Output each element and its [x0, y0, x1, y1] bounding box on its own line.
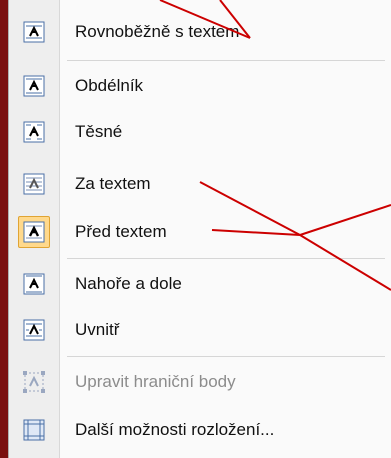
wrap-square-icon: [9, 21, 59, 43]
wrap-tight-icon: [9, 121, 59, 143]
menu-item-pred-textem[interactable]: Před textem: [9, 212, 391, 252]
through-icon: [9, 319, 59, 341]
menu-item-label: Za textem: [75, 174, 151, 193]
menu-item-uvnitr[interactable]: Uvnitř: [9, 310, 391, 350]
menu-item-label: Před textem: [75, 222, 167, 241]
edit-wrap-points-icon: [9, 371, 59, 393]
menu-item-label: Upravit hraniční body: [75, 372, 236, 391]
menu-item-dalsi-moznosti[interactable]: Další možnosti rozložení...: [9, 410, 391, 450]
separator: [67, 60, 385, 61]
menu-item-label: Další možnosti rozložení...: [75, 420, 275, 439]
more-layout-options-icon: [9, 419, 59, 441]
wrap-rectangle-icon: [9, 75, 59, 97]
menu-item-nahore-a-dole[interactable]: Nahoře a dole: [9, 264, 391, 304]
menu-item-label: Těsné: [75, 122, 123, 141]
text-wrap-menu: Rovnoběžně s textem Obdélník Těsné Za te…: [8, 0, 391, 458]
separator: [67, 258, 385, 259]
menu-item-za-textem[interactable]: Za textem: [9, 164, 391, 204]
top-bottom-icon: [9, 273, 59, 295]
menu-item-label: Nahoře a dole: [75, 274, 182, 293]
menu-item-label: Rovnoběžně s textem: [75, 22, 240, 41]
menu-item-label: Obdélník: [75, 76, 144, 95]
menu-item-upravit-hranicni-body: Upravit hraniční body: [9, 362, 391, 402]
icon-slot: [9, 216, 59, 248]
in-front-of-text-icon: [18, 216, 50, 248]
menu-item-tesne[interactable]: Těsné: [9, 112, 391, 152]
menu-item-label: Uvnitř: [75, 320, 120, 339]
menu-item-obdelnik[interactable]: Obdélník: [9, 66, 391, 106]
separator: [67, 356, 385, 357]
menu-item-rovnobezne[interactable]: Rovnoběžně s textem: [9, 12, 391, 52]
behind-text-icon: [9, 173, 59, 195]
